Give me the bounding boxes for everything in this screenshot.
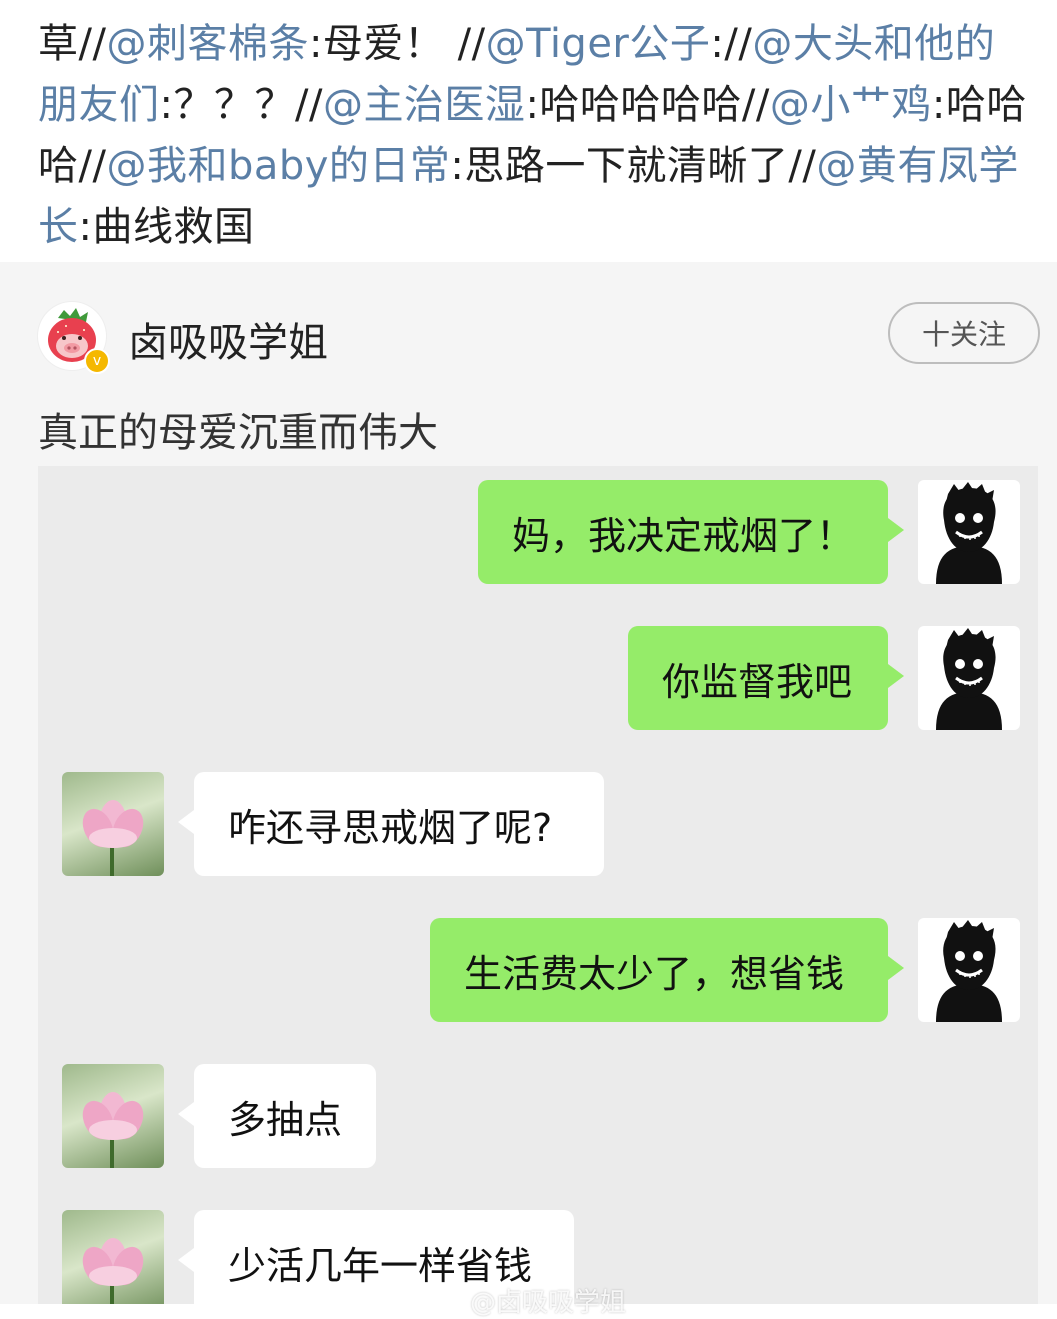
mention-link[interactable]: @刺客棉条 [106, 21, 309, 67]
mention-link[interactable]: @Tiger公子 [486, 21, 711, 67]
repost-seg: :哈哈哈哈哈// [525, 82, 770, 128]
chat-bubble-outgoing: 生活费太少了，想省钱 [430, 918, 904, 1022]
repost-seg: :曲线救国 [78, 204, 255, 250]
post-text: 真正的母爱沉重而伟大 [38, 410, 438, 456]
mention-link[interactable]: @小艹鸡 [770, 82, 932, 128]
watermark: @卤吸吸学姐 [470, 1288, 627, 1318]
repost-seg: :母爱！ // [308, 21, 486, 67]
lotus-flower-icon [62, 1064, 164, 1168]
shadow-face-icon [918, 918, 1020, 1022]
lotus-flower-icon [62, 772, 164, 876]
chat-screenshot: 妈，我决定戒烟了！ 你监督我吧 咋还寻思戒烟了呢? 生活费太少了，想省钱 多抽点… [38, 466, 1038, 1304]
chat-bubble-outgoing: 你监督我吧 [628, 626, 904, 730]
repost-text: 草//@刺客棉条:母爱！ //@Tiger公子://@大头和他的朋友们:？？？/… [38, 14, 1028, 258]
repost-seg: :思路一下就清晰了// [450, 143, 817, 189]
shadow-face-icon [918, 626, 1020, 730]
repost-seg: :// [710, 21, 753, 67]
shadow-face-icon [918, 480, 1020, 584]
message-text: 妈，我决定戒烟了！ [512, 513, 855, 558]
message-text: 你监督我吧 [662, 659, 853, 704]
chat-bubble-incoming: 咋还寻思戒烟了呢? [178, 772, 604, 876]
message-text: 咋还寻思戒烟了呢? [228, 805, 553, 850]
chat-bubble-incoming: 多抽点 [178, 1064, 376, 1168]
chat-bubble-outgoing: 妈，我决定戒烟了！ [478, 480, 904, 584]
message-text: 多抽点 [228, 1097, 343, 1142]
message-text: 生活费太少了，想省钱 [464, 951, 845, 996]
mention-link[interactable]: @主治医湿 [323, 82, 526, 128]
mention-link[interactable]: @我和baby的日常 [106, 143, 450, 189]
repost-seg: :？？？// [159, 82, 323, 128]
follow-button[interactable]: 十关注 [888, 302, 1040, 364]
lotus-flower-icon [62, 1210, 164, 1304]
repost-seg: 草// [38, 21, 107, 67]
username[interactable]: 卤吸吸学姐 [128, 310, 328, 368]
verified-badge-icon: v [84, 348, 110, 374]
